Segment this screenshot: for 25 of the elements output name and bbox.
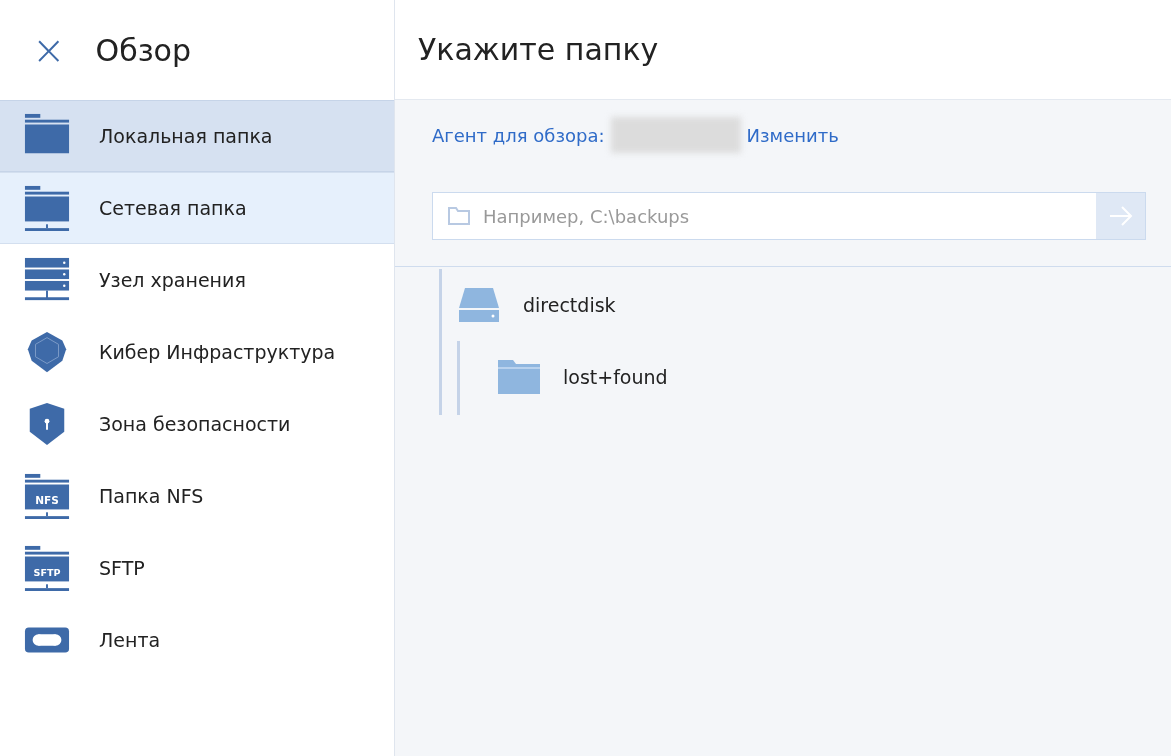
sidebar-item[interactable]: Узел хранения [0,244,394,316]
folder-label: NFS [35,493,59,506]
folder-icon [497,358,541,396]
tree-item[interactable]: directdisk [523,294,616,316]
tree-item[interactable]: lost+found [563,366,668,388]
sidebar-item[interactable]: Зона безопасности [0,388,394,460]
path-input[interactable]: Например, C:\backups [481,204,1096,228]
change-link[interactable]: Изменить [746,124,839,146]
folder-icon [447,206,471,226]
sidebar-item[interactable]: Сетевая папка [0,172,394,244]
sidebar-item[interactable]: Кибер Инфраструктура [0,316,394,388]
folder-label: SFTP [33,566,61,578]
sidebar-item[interactable]: Лента [0,604,394,676]
sidebar-item[interactable]: Локальная папка [0,100,394,172]
page-title: Укажите папку [418,32,659,67]
sidebar-item[interactable]: NFS Папка NFS [0,460,394,532]
agent-label: Агент для обзора: [432,124,605,146]
arrow-icon [1107,205,1134,227]
path-field[interactable]: Например, C:\backups [432,192,1146,240]
network-folder-icon [24,184,70,232]
go-button[interactable] [1096,193,1145,239]
disk-icon [457,286,501,324]
panel-title: Обзор [95,32,191,68]
sidebar-item[interactable]: SFTP SFTP [0,532,394,604]
close-button[interactable]: × [32,30,66,70]
